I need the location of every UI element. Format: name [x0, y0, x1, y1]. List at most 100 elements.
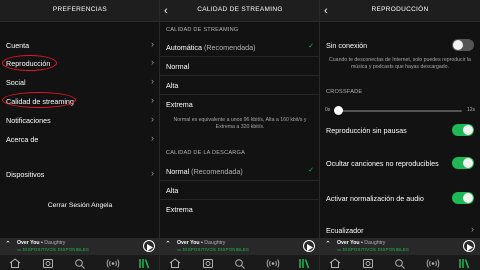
- play-button[interactable]: [303, 240, 315, 252]
- devices-label: DISPOSITIVOS DISPONIBLES: [22, 247, 90, 252]
- check-icon: ✓: [308, 167, 314, 174]
- settings-item-devices[interactable]: Dispositivos ›: [0, 166, 160, 184]
- download-option-extreme[interactable]: Extrema: [160, 201, 320, 219]
- chevron-up-icon[interactable]: ⌃: [5, 240, 11, 248]
- crossfade-slider-knob[interactable]: [334, 106, 343, 115]
- settings-item-about[interactable]: Acerca de ›: [0, 131, 160, 149]
- offline-toggle[interactable]: [452, 39, 474, 51]
- browse-icon: [203, 259, 213, 268]
- track-title: Over You: [177, 240, 200, 246]
- section-download-quality: CALIDAD DE LA DESCARGA: [166, 150, 246, 156]
- normalize-setting: Activar normalización de audio: [320, 190, 480, 208]
- option-normal[interactable]: Normal: [160, 58, 320, 76]
- section-crossfade: CROSSFADE: [326, 89, 363, 95]
- home-icon: [9, 258, 21, 268]
- settings-item-social[interactable]: Social ›: [0, 74, 160, 92]
- chevron-up-icon[interactable]: ⌃: [325, 240, 331, 248]
- chevron-right-icon: ›: [151, 57, 154, 67]
- option-extreme[interactable]: Extrema: [160, 96, 320, 114]
- play-button[interactable]: [143, 240, 155, 252]
- radio-icon: [106, 259, 120, 268]
- chevron-up-icon[interactable]: ⌃: [165, 240, 171, 248]
- crossfade-slider[interactable]: [336, 110, 462, 112]
- now-playing-bar[interactable]: ⌃ Over You • Daughtry ▭ DISPOSITIVOS DIS…: [160, 238, 320, 254]
- devices-available[interactable]: ▭ DISPOSITIVOS DISPONIBLES: [337, 247, 409, 253]
- track-artist: Daughtry: [364, 240, 386, 246]
- now-playing-track: Over You • Daughtry: [177, 240, 225, 246]
- option-label: Automática (Recomendada): [166, 43, 256, 52]
- normalize-label: Activar normalización de audio: [326, 194, 424, 203]
- download-option-normal[interactable]: Normal (Recomendada) ✓: [160, 163, 320, 181]
- settings-item-label: Acerca de: [6, 135, 39, 144]
- option-name: Automática: [166, 43, 202, 52]
- streaming-header: ‹ CALIDAD DE STREAMING: [160, 0, 320, 22]
- settings-item-label: Cuenta: [6, 41, 30, 50]
- equalizer-label: Ecualizador: [326, 226, 364, 235]
- search-icon: [75, 259, 85, 269]
- library-icon: [459, 259, 470, 269]
- tab-library[interactable]: [298, 258, 312, 269]
- library-icon: [299, 259, 310, 269]
- option-note: (Recomendada): [203, 43, 256, 52]
- devices-label: DISPOSITIVOS DISPONIBLES: [182, 247, 250, 252]
- streaming-quality-panel: ‹ CALIDAD DE STREAMING CALIDAD DE STREAM…: [160, 0, 320, 270]
- settings-item-label: Social: [6, 78, 26, 87]
- chevron-right-icon: ›: [151, 76, 154, 86]
- toggle-knob: [463, 193, 473, 203]
- offline-label: Sin conexión: [326, 41, 368, 50]
- chevron-right-icon: ›: [151, 95, 154, 105]
- tab-search[interactable]: [394, 258, 408, 269]
- normalize-toggle[interactable]: [452, 192, 474, 204]
- toggle-knob: [453, 40, 463, 50]
- tab-library[interactable]: [138, 258, 152, 269]
- tab-browse[interactable]: [42, 258, 56, 269]
- tab-library[interactable]: [458, 258, 472, 269]
- gapless-toggle[interactable]: [452, 124, 474, 136]
- tab-home[interactable]: [9, 258, 23, 269]
- chevron-right-icon: ›: [151, 114, 154, 124]
- play-button[interactable]: [463, 240, 475, 252]
- logout-button[interactable]: Cerrar Sesión Angela: [0, 202, 160, 209]
- devices-available[interactable]: ▭ DISPOSITIVOS DISPONIBLES: [177, 247, 249, 253]
- tab-search[interactable]: [234, 258, 248, 269]
- settings-item-notifications[interactable]: Notificaciones ›: [0, 112, 160, 130]
- radio-icon: [426, 259, 440, 268]
- option-label: Normal (Recomendada): [166, 167, 243, 176]
- chevron-right-icon: ›: [151, 133, 154, 143]
- tab-radio[interactable]: [266, 258, 280, 269]
- tab-browse[interactable]: [362, 258, 376, 269]
- tab-radio[interactable]: [106, 258, 120, 269]
- tab-home[interactable]: [169, 258, 183, 269]
- settings-item-account[interactable]: Cuenta ›: [0, 37, 160, 55]
- search-icon: [235, 259, 245, 269]
- option-label: Alta: [166, 81, 179, 90]
- crossfade-min-label: 0s: [325, 107, 331, 113]
- now-playing-bar[interactable]: ⌃ Over You • Daughtry ▭ DISPOSITIVOS DIS…: [0, 238, 160, 254]
- download-option-high[interactable]: Alta: [160, 182, 320, 200]
- browse-icon: [43, 259, 53, 268]
- settings-item-label: Notificaciones: [6, 116, 51, 125]
- tab-browse[interactable]: [202, 258, 216, 269]
- tab-home[interactable]: [329, 258, 343, 269]
- preferences-header: PREFERENCIAS: [0, 0, 160, 22]
- option-high[interactable]: Alta: [160, 77, 320, 95]
- toggle-knob: [463, 158, 473, 168]
- tab-bar: [0, 254, 160, 270]
- devices-available[interactable]: ▭ DISPOSITIVOS DISPONIBLES: [17, 247, 89, 253]
- tab-radio[interactable]: [426, 258, 440, 269]
- track-artist: Daughtry: [204, 240, 226, 246]
- library-icon: [139, 259, 150, 269]
- hide-unplayable-toggle[interactable]: [452, 157, 474, 169]
- search-icon: [395, 259, 405, 269]
- chevron-right-icon: ›: [151, 39, 154, 49]
- now-playing-bar[interactable]: ⌃ Over You • Daughtry ▭ DISPOSITIVOS DIS…: [320, 238, 480, 254]
- home-icon: [169, 258, 181, 268]
- preferences-panel: PREFERENCIAS Cuenta › Reproducción › Soc…: [0, 0, 160, 270]
- tab-search[interactable]: [74, 258, 88, 269]
- play-icon: [147, 243, 153, 251]
- section-streaming-quality: CALIDAD DE STREAMING: [166, 27, 239, 33]
- check-icon: ✓: [308, 43, 314, 50]
- hide-unplayable-label: Ocultar canciones no reproducibles: [326, 159, 439, 168]
- page-title: REPRODUCCIÓN: [371, 6, 429, 13]
- option-automatic[interactable]: Automática (Recomendada) ✓: [160, 39, 320, 57]
